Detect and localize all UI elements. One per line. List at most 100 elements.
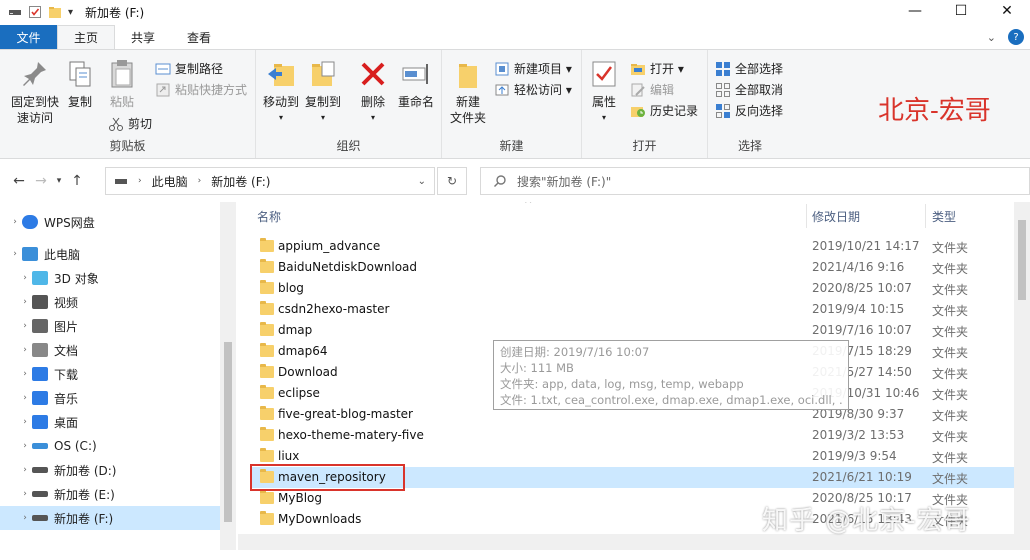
- tab-view[interactable]: 查看: [171, 25, 227, 49]
- column-header-type[interactable]: 类型: [932, 202, 956, 230]
- nav-item[interactable]: › 图片: [0, 314, 220, 338]
- table-row[interactable]: BaiduNetdiskDownload 2021/4/16 9:16 文件夹: [250, 257, 1014, 278]
- select-none-icon: [716, 82, 730, 97]
- nav-item[interactable]: › 新加卷 (F:): [0, 506, 220, 530]
- select-all-button[interactable]: 全部选择: [715, 60, 783, 77]
- paste-button[interactable]: 粘贴: [104, 58, 140, 110]
- table-row[interactable]: blog 2020/8/25 10:07 文件夹: [250, 278, 1014, 299]
- file-type: 文件夹: [932, 346, 969, 360]
- delete-button[interactable]: 删除 ▾: [356, 58, 390, 126]
- table-row[interactable]: dmap 2019/7/16 10:07 文件夹: [250, 320, 1014, 341]
- maximize-button[interactable]: ☐: [938, 0, 984, 22]
- expand-chevron-icon[interactable]: ›: [18, 393, 32, 403]
- select-none-button[interactable]: 全部取消: [715, 81, 783, 98]
- quick-access-toolbar: ▾: [0, 5, 73, 19]
- column-header-date[interactable]: 修改日期: [812, 202, 860, 230]
- help-icon[interactable]: ?: [1008, 29, 1024, 45]
- new-item-button[interactable]: 新建项目 ▾: [494, 60, 572, 77]
- easy-access-button[interactable]: 轻松访问 ▾: [494, 81, 572, 98]
- minimize-button[interactable]: —: [892, 0, 938, 22]
- nav-item[interactable]: › 新加卷 (E:): [0, 482, 220, 506]
- drive-icon: [32, 467, 48, 473]
- file-list-scroll-thumb[interactable]: [1018, 220, 1026, 300]
- new-folder-button[interactable]: 新建 文件夹: [446, 58, 490, 126]
- nav-item[interactable]: › 3D 对象: [0, 266, 220, 290]
- table-row[interactable]: appium_advance 2019/10/21 14:17 文件夹: [250, 236, 1014, 257]
- copy-button[interactable]: 复制: [64, 58, 96, 110]
- file-name: hexo-theme-matery-five: [278, 428, 424, 442]
- table-row[interactable]: hexo-theme-matery-five 2019/3/2 13:53 文件夹: [250, 425, 1014, 446]
- ribbon-collapse-icon[interactable]: ⌄: [987, 31, 996, 44]
- nav-item[interactable]: › 音乐: [0, 386, 220, 410]
- os-drive-icon: [32, 443, 48, 449]
- expand-chevron-icon[interactable]: ›: [8, 249, 22, 259]
- copy-path-button[interactable]: 复制路径: [155, 60, 223, 77]
- file-name: MyDownloads: [278, 512, 362, 526]
- copy-to-button[interactable]: 复制到 ▾: [304, 58, 342, 126]
- close-button[interactable]: ✕: [984, 0, 1030, 22]
- nav-item[interactable]: › 文档: [0, 338, 220, 362]
- status-bar: [0, 550, 1030, 560]
- quick-access-dropdown-icon[interactable]: ▾: [68, 7, 73, 18]
- address-bar[interactable]: › 此电脑 › 新加卷 (F:) ⌄: [105, 167, 435, 195]
- search-box[interactable]: 搜索"新加卷 (F:)": [480, 167, 1030, 195]
- edit-button[interactable]: 编辑: [630, 81, 674, 98]
- expand-chevron-icon[interactable]: ›: [18, 273, 32, 283]
- expand-chevron-icon[interactable]: ›: [8, 217, 22, 227]
- expand-chevron-icon[interactable]: ›: [18, 321, 32, 331]
- open-button[interactable]: 打开 ▾: [630, 60, 684, 77]
- nav-item[interactable]: › 视频: [0, 290, 220, 314]
- nav-item[interactable]: › 下载: [0, 362, 220, 386]
- nav-item-label: 新加卷 (F:): [54, 511, 114, 526]
- scissors-icon: [109, 117, 123, 131]
- nav-item[interactable]: › 桌面: [0, 410, 220, 434]
- navigation-pane-scrollbar[interactable]: [220, 202, 236, 550]
- column-separator[interactable]: [806, 204, 807, 228]
- nav-item-label: WPS网盘: [44, 215, 95, 230]
- expand-chevron-icon[interactable]: ›: [18, 513, 32, 523]
- expand-chevron-icon[interactable]: ›: [18, 417, 32, 427]
- nav-item[interactable]: › OS (C:): [0, 434, 220, 458]
- address-dropdown-chevron-icon[interactable]: ⌄: [418, 176, 426, 187]
- nav-item[interactable]: › 此电脑: [0, 242, 220, 266]
- nav-item-label: 此电脑: [44, 247, 81, 262]
- new-item-icon: [495, 62, 509, 75]
- history-button[interactable]: 历史记录: [630, 102, 698, 119]
- breadcrumb-current-drive[interactable]: 新加卷 (F:): [211, 173, 270, 190]
- cut-button[interactable]: 剪切: [108, 115, 152, 132]
- column-separator[interactable]: [925, 204, 926, 228]
- new-folder-icon[interactable]: [48, 5, 62, 19]
- tab-home[interactable]: 主页: [57, 25, 116, 49]
- paste-shortcut-button[interactable]: 粘贴快捷方式: [155, 81, 247, 98]
- breadcrumb-this-pc[interactable]: 此电脑: [152, 173, 188, 190]
- up-arrow-icon[interactable]: ↑: [66, 173, 88, 189]
- expand-chevron-icon[interactable]: ›: [18, 345, 32, 355]
- expand-chevron-icon[interactable]: ›: [18, 297, 32, 307]
- pin-icon: [23, 62, 46, 86]
- new-folder-label: 新建 文件夹: [449, 95, 486, 125]
- invert-selection-button[interactable]: 反向选择: [715, 102, 783, 119]
- nav-item[interactable]: › 新加卷 (D:): [0, 458, 220, 482]
- nav-item[interactable]: › WPS网盘: [0, 210, 220, 234]
- column-header-name[interactable]: 名称: [257, 202, 281, 230]
- pin-quick-access-button[interactable]: 固定到快 速访问: [6, 58, 64, 126]
- table-row[interactable]: csdn2hexo-master 2019/9/4 10:15 文件夹: [250, 299, 1014, 320]
- move-to-button[interactable]: 移动到 ▾: [262, 58, 300, 126]
- tab-file[interactable]: 文件: [0, 25, 57, 49]
- rename-button[interactable]: 重命名: [394, 58, 438, 110]
- file-list-scrollbar[interactable]: [1014, 202, 1030, 550]
- easy-access-label: 轻松访问 ▾: [514, 83, 572, 97]
- back-arrow-icon[interactable]: ←: [8, 173, 30, 189]
- refresh-button[interactable]: ↻: [437, 167, 467, 195]
- recent-locations-chevron-icon[interactable]: ▾: [52, 176, 66, 186]
- expand-chevron-icon[interactable]: ›: [18, 465, 32, 475]
- search-placeholder: 搜索"新加卷 (F:)": [517, 174, 612, 189]
- tab-share[interactable]: 共享: [115, 25, 171, 49]
- properties-checkbox-icon[interactable]: [28, 5, 42, 19]
- expand-chevron-icon[interactable]: ›: [18, 369, 32, 379]
- expand-chevron-icon[interactable]: ›: [18, 441, 32, 451]
- navigation-pane-scroll-thumb[interactable]: [224, 342, 232, 522]
- forward-arrow-icon[interactable]: →: [30, 173, 52, 189]
- expand-chevron-icon[interactable]: ›: [18, 489, 32, 499]
- properties-button[interactable]: 属性 ▾: [588, 58, 620, 126]
